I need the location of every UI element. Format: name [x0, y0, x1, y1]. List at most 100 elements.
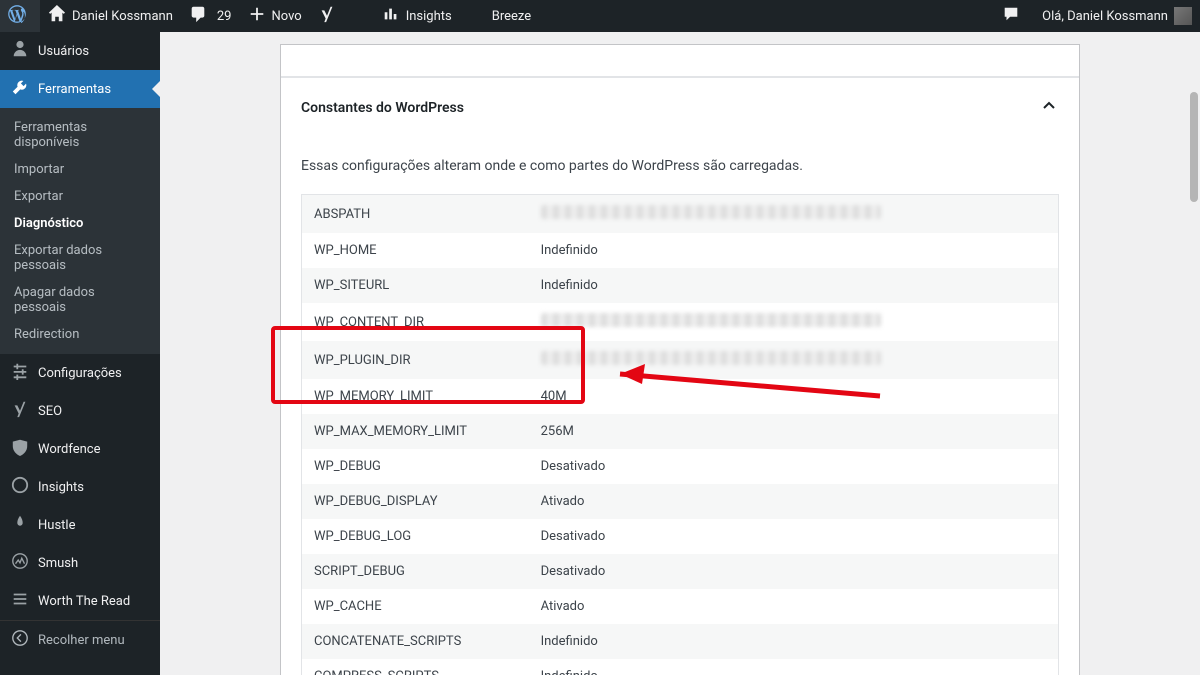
notes-link[interactable] [994, 0, 1034, 32]
wordfence-icon [10, 438, 30, 460]
table-row: WP_DEBUGDesativado [302, 449, 1059, 484]
seo-icon [10, 400, 30, 422]
collapse-menu-button[interactable]: Recolher menu [0, 620, 160, 659]
panel-header[interactable]: Constantes do WordPress [281, 77, 1079, 138]
submenu-export-personal[interactable]: Exportar dados pessoais [0, 237, 160, 279]
wrench-icon [10, 78, 30, 100]
table-row: WP_DEBUG_LOGDesativado [302, 519, 1059, 554]
panel-body: Essas configurações alteram onde e como … [281, 158, 1079, 675]
plus-icon [248, 5, 266, 27]
sidebar-item-label: Insights [38, 480, 84, 495]
redacted-value [541, 313, 881, 327]
table-row: WP_CACHEAtivado [302, 589, 1059, 624]
table-row: WP_CONTENT_DIR [302, 303, 1059, 341]
chevron-up-icon [1039, 96, 1059, 120]
new-label: Novo [272, 9, 302, 24]
note-icon [1002, 5, 1020, 27]
home-icon [48, 5, 66, 27]
constant-name: WP_CONTENT_DIR [302, 303, 529, 341]
table-row: WP_MEMORY_LIMIT40M [302, 379, 1059, 414]
my-account-link[interactable]: Olá, Daniel Kossmann [1034, 0, 1200, 32]
comments-link[interactable]: 29 [181, 0, 240, 32]
constant-value: Indefinido [529, 659, 1059, 675]
sidebar-item-wordfence[interactable]: Wordfence [0, 430, 160, 468]
insights-link[interactable]: Insights [374, 0, 460, 32]
sidebar-item-users[interactable]: Usuários [0, 32, 160, 70]
settings-icon [10, 362, 30, 384]
yoast-icon [318, 5, 336, 27]
constant-name: SCRIPT_DEBUG [302, 554, 529, 589]
sidebar-item-label: Ferramentas [38, 82, 111, 97]
submenu-available[interactable]: Ferramentas disponíveis [0, 114, 160, 156]
yoast-link[interactable] [310, 0, 350, 32]
table-row: WP_HOMEIndefinido [302, 233, 1059, 268]
submenu-import[interactable]: Importar [0, 156, 160, 183]
constant-name: CONCATENATE_SCRIPTS [302, 624, 529, 659]
adminbar-right: Olá, Daniel Kossmann [994, 0, 1200, 32]
sidebar-item-label: SEO [38, 404, 62, 419]
constant-value: Desativado [529, 519, 1059, 554]
constant-name: WP_SITEURL [302, 268, 529, 303]
table-row: SCRIPT_DEBUGDesativado [302, 554, 1059, 589]
constant-name: COMPRESS_SCRIPTS [302, 659, 529, 675]
table-row: WP_DEBUG_DISPLAYAtivado [302, 484, 1059, 519]
admin-bar: Daniel Kossmann 29 Novo Insights Breeze [0, 0, 1200, 32]
constant-name: WP_DEBUG_LOG [302, 519, 529, 554]
constant-value: Ativado [529, 484, 1059, 519]
comment-count: 29 [217, 9, 232, 24]
constant-name: WP_MEMORY_LIMIT [302, 379, 529, 414]
prev-panel-tail [281, 45, 1079, 77]
new-content-link[interactable]: Novo [240, 0, 310, 32]
constant-value: Indefinido [529, 624, 1059, 659]
constant-value: Indefinido [529, 233, 1059, 268]
sidebar-item-worth[interactable]: Worth The Read [0, 582, 160, 620]
sidebar-item-insights[interactable]: Insights [0, 468, 160, 506]
constant-value: Desativado [529, 449, 1059, 484]
stats-icon [382, 5, 400, 27]
submenu-export[interactable]: Exportar [0, 183, 160, 210]
insights-icon [10, 476, 30, 498]
smush-icon [10, 552, 30, 574]
breeze-label: Breeze [492, 9, 531, 24]
table-row: COMPRESS_SCRIPTSIndefinido [302, 659, 1059, 675]
submenu-site-health[interactable]: Diagnóstico [0, 210, 160, 237]
sidebar-item-hustle[interactable]: Hustle [0, 506, 160, 544]
table-row: WP_PLUGIN_DIR [302, 341, 1059, 379]
sidebar-item-label: Hustle [38, 518, 75, 533]
table-row: WP_MAX_MEMORY_LIMIT256M [302, 414, 1059, 449]
table-row: CONCATENATE_SCRIPTSIndefinido [302, 624, 1059, 659]
sidebar-item-label: Smush [38, 556, 78, 571]
constant-value: Ativado [529, 589, 1059, 624]
breeze-link[interactable]: Breeze [484, 0, 539, 32]
sidebar-item-smush[interactable]: Smush [0, 544, 160, 582]
submenu-erase-personal[interactable]: Apagar dados pessoais [0, 279, 160, 321]
constant-value: 40M [529, 379, 1059, 414]
hustle-icon [10, 514, 30, 536]
comment-icon [189, 5, 207, 27]
wp-logo[interactable] [0, 0, 40, 32]
constant-value [529, 195, 1059, 234]
admin-sidebar: Usuários Ferramentas Ferramentas disponí… [0, 32, 160, 675]
site-name: Daniel Kossmann [72, 9, 173, 24]
constant-name: ABSPATH [302, 195, 529, 234]
constant-name: WP_DEBUG_DISPLAY [302, 484, 529, 519]
site-name-link[interactable]: Daniel Kossmann [40, 0, 181, 32]
redacted-value [541, 205, 881, 219]
sidebar-item-tools[interactable]: Ferramentas [0, 70, 160, 108]
scrollbar[interactable] [1188, 72, 1198, 669]
admin-content: Constantes do WordPress Essas configuraç… [160, 32, 1200, 675]
panel-title: Constantes do WordPress [301, 100, 464, 116]
scrollbar-thumb[interactable] [1190, 92, 1198, 202]
submenu-redirection[interactable]: Redirection [0, 321, 160, 348]
wtr-icon [10, 590, 30, 612]
constant-name: WP_MAX_MEMORY_LIMIT [302, 414, 529, 449]
sidebar-item-label: Worth The Read [38, 594, 130, 609]
tools-submenu: Ferramentas disponíveis Importar Exporta… [0, 108, 160, 354]
users-icon [10, 40, 30, 62]
constant-value: 256M [529, 414, 1059, 449]
table-row: ABSPATH [302, 195, 1059, 234]
sidebar-item-settings[interactable]: Configurações [0, 354, 160, 392]
constant-value: Indefinido [529, 268, 1059, 303]
greeting: Olá, Daniel Kossmann [1042, 9, 1168, 24]
sidebar-item-seo[interactable]: SEO [0, 392, 160, 430]
